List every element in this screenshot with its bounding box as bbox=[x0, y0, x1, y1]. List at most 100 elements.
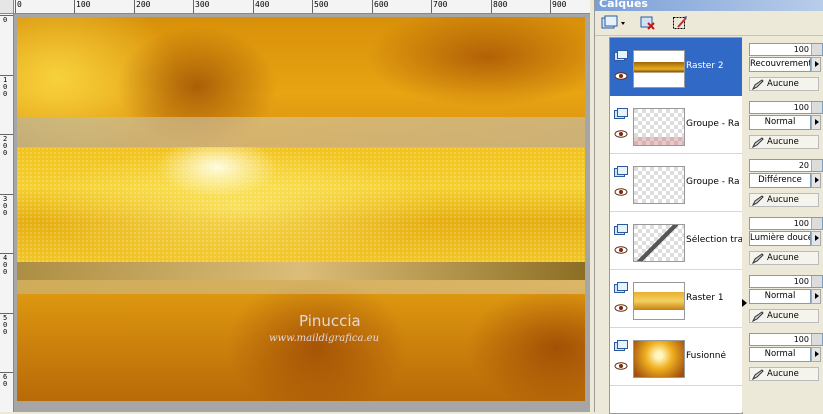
layer-properties: 100 Recouvrement Aucune 100 Normal Aucun… bbox=[749, 37, 823, 412]
mask-label: Aucune bbox=[767, 195, 799, 205]
opacity-spin-button[interactable] bbox=[811, 160, 822, 171]
layer-row[interactable]: Raster 1 bbox=[610, 270, 742, 328]
layer-row[interactable]: Groupe - Ra bbox=[610, 96, 742, 154]
blend-mode-arrow-button[interactable] bbox=[811, 289, 821, 304]
layer-row[interactable]: Raster 2 bbox=[610, 38, 742, 96]
brush-icon bbox=[751, 136, 764, 148]
brush-icon bbox=[751, 78, 764, 90]
expand-arrow-icon[interactable] bbox=[742, 299, 747, 307]
ruler-label: 1 0 0 bbox=[3, 76, 8, 98]
delete-layer-icon bbox=[640, 16, 655, 30]
layer-row[interactable]: Fusionné bbox=[610, 328, 742, 386]
opacity-spin-button[interactable] bbox=[811, 102, 822, 113]
raster-layer-icon bbox=[614, 50, 628, 61]
palette-splitter[interactable] bbox=[742, 37, 748, 412]
opacity-spin-button[interactable] bbox=[811, 276, 822, 287]
canvas-workspace[interactable]: Pinuccia www.maildigrafica.eu bbox=[14, 14, 590, 412]
opacity-spin-button[interactable] bbox=[811, 218, 822, 229]
blend-mode-arrow-button[interactable] bbox=[811, 115, 821, 130]
opacity-spin-button[interactable] bbox=[811, 44, 822, 55]
palette-titlebar[interactable]: Calques bbox=[595, 0, 823, 11]
layer-name: Raster 2 bbox=[686, 61, 724, 71]
mask-button[interactable]: Aucune bbox=[749, 77, 819, 91]
vertical-ruler: 0 1 0 0 2 0 0 3 0 0 4 0 0 5 0 0 6 0 bbox=[0, 13, 14, 412]
blend-mode-arrow-button[interactable] bbox=[811, 173, 821, 188]
mask-label: Aucune bbox=[767, 311, 799, 321]
visibility-eye-icon[interactable] bbox=[614, 362, 628, 370]
ruler-label: 600 bbox=[374, 0, 389, 9]
brush-icon bbox=[751, 310, 764, 322]
mask-button[interactable]: Aucune bbox=[749, 251, 819, 265]
brush-icon bbox=[751, 368, 764, 380]
opacity-spin-button[interactable] bbox=[811, 334, 822, 345]
visibility-eye-icon[interactable] bbox=[614, 188, 628, 196]
edit-selection-button[interactable] bbox=[671, 14, 689, 32]
layer-row[interactable]: Groupe - Ra bbox=[610, 154, 742, 212]
canvas-image[interactable]: Pinuccia www.maildigrafica.eu bbox=[17, 17, 585, 401]
blend-mode-arrow-button[interactable] bbox=[811, 347, 821, 362]
visibility-eye-icon[interactable] bbox=[614, 246, 628, 254]
brush-icon bbox=[751, 194, 764, 206]
opacity-field[interactable]: 20 bbox=[749, 159, 823, 172]
new-layer-icon bbox=[601, 15, 625, 29]
ruler-label: 5 0 0 bbox=[3, 314, 8, 336]
palette-left-strip bbox=[595, 37, 609, 412]
blend-mode-arrow-button[interactable] bbox=[811, 231, 821, 246]
layer-props-row: 20 Différence Aucune bbox=[749, 153, 823, 211]
layer-row[interactable]: Sélection tra bbox=[610, 212, 742, 270]
layer-name: Groupe - Ra bbox=[686, 119, 740, 129]
ruler-label: 500 bbox=[314, 0, 329, 9]
mask-button[interactable]: Aucune bbox=[749, 135, 819, 149]
mask-button[interactable]: Aucune bbox=[749, 367, 819, 381]
horizontal-ruler: 0 100 200 300 400 500 600 700 800 900 bbox=[0, 0, 590, 14]
group-layer-icon bbox=[614, 108, 628, 119]
layer-props-row: 100 Lumière douce Aucune bbox=[749, 211, 823, 269]
blend-mode-arrow-button[interactable] bbox=[811, 57, 821, 72]
mask-button[interactable]: Aucune bbox=[749, 309, 819, 323]
layer-thumbnail bbox=[633, 340, 685, 378]
opacity-field[interactable]: 100 bbox=[749, 217, 823, 230]
watermark-title: Pinuccia bbox=[299, 312, 361, 330]
ruler-label: 200 bbox=[136, 0, 151, 9]
blend-mode-select[interactable]: Recouvrement bbox=[749, 57, 811, 72]
layer-list[interactable]: Raster 2 Groupe - Ra Groupe - Ra Sélecti… bbox=[609, 37, 743, 414]
raster-layer-icon bbox=[614, 282, 628, 293]
visibility-eye-icon[interactable] bbox=[614, 72, 628, 80]
ruler-label: 2 0 0 bbox=[3, 135, 8, 157]
visibility-eye-icon[interactable] bbox=[614, 304, 628, 312]
layer-thumbnail bbox=[633, 166, 685, 204]
layer-name: Raster 1 bbox=[686, 293, 724, 303]
new-layer-button[interactable] bbox=[599, 14, 629, 32]
palette-toolbar bbox=[595, 11, 823, 36]
layer-thumbnail bbox=[633, 50, 685, 88]
layer-thumbnail bbox=[633, 282, 685, 320]
mask-label: Aucune bbox=[767, 369, 799, 379]
opacity-field[interactable]: 100 bbox=[749, 43, 823, 56]
blend-mode-select[interactable]: Différence bbox=[749, 173, 811, 188]
raster-layer-icon bbox=[614, 340, 628, 351]
palette-title: Calques bbox=[599, 0, 648, 10]
delete-layer-button[interactable] bbox=[639, 14, 657, 32]
grey-band bbox=[17, 280, 585, 294]
ruler-label: 0 bbox=[17, 0, 22, 9]
blend-mode-select[interactable]: Normal bbox=[749, 115, 811, 130]
group-layer-icon bbox=[614, 166, 628, 177]
opacity-field[interactable]: 100 bbox=[749, 275, 823, 288]
layer-name: Fusionné bbox=[686, 351, 727, 361]
ruler-label: 300 bbox=[195, 0, 210, 9]
blend-mode-select[interactable]: Normal bbox=[749, 347, 811, 362]
opacity-field[interactable]: 100 bbox=[749, 333, 823, 346]
visibility-eye-icon[interactable] bbox=[614, 130, 628, 138]
layer-name: Sélection tra bbox=[686, 235, 742, 245]
ruler-label: 900 bbox=[552, 0, 567, 9]
brush-selection-icon bbox=[673, 16, 687, 29]
blend-mode-select[interactable]: Normal bbox=[749, 289, 811, 304]
mask-button[interactable]: Aucune bbox=[749, 193, 819, 207]
watermark-url: www.maildigrafica.eu bbox=[269, 333, 380, 344]
opacity-field[interactable]: 100 bbox=[749, 101, 823, 114]
raster-layer-icon bbox=[614, 224, 628, 235]
ruler-label: 100 bbox=[76, 0, 91, 9]
layer-props-row: 100 Normal Aucune bbox=[749, 95, 823, 153]
blend-mode-select[interactable]: Lumière douce bbox=[749, 231, 811, 246]
ruler-label: 0 bbox=[3, 16, 8, 24]
